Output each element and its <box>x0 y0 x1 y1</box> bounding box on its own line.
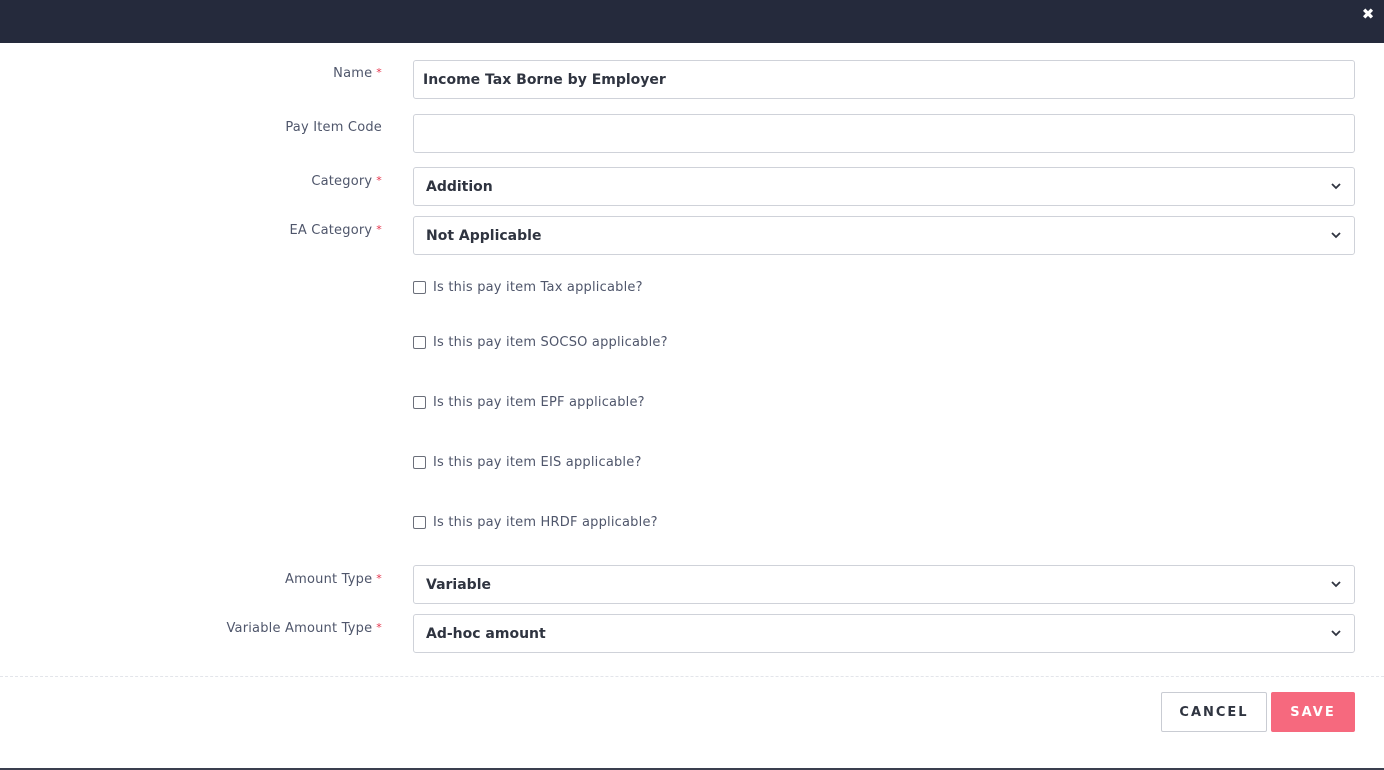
close-icon[interactable]: ✖ <box>1361 6 1375 22</box>
required-marker: * <box>376 572 382 585</box>
category-select[interactable]: Addition <box>413 167 1355 206</box>
ea-category-value: Not Applicable <box>426 227 542 244</box>
variable-amount-type-value: Ad-hoc amount <box>426 625 546 642</box>
category-value: Addition <box>426 178 493 195</box>
amount-type-value: Variable <box>426 576 491 593</box>
checkbox-label: Is this pay item Tax applicable? <box>433 280 643 295</box>
checkbox-label: Is this pay item EIS applicable? <box>433 455 642 470</box>
checkbox[interactable] <box>413 336 426 349</box>
ea-category-select[interactable]: Not Applicable <box>413 216 1355 255</box>
tax-applicable-checkbox[interactable]: Is this pay item Tax applicable? <box>413 280 643 295</box>
required-marker: * <box>376 223 382 236</box>
modal-header: ✖ <box>0 0 1384 43</box>
checkbox-label: Is this pay item HRDF applicable? <box>433 515 658 530</box>
required-marker: * <box>376 621 382 634</box>
pay-item-code-label: Pay Item Code <box>285 120 382 135</box>
epf-applicable-checkbox[interactable]: Is this pay item EPF applicable? <box>413 395 645 410</box>
chevron-down-icon <box>1330 181 1342 193</box>
name-input[interactable] <box>413 60 1355 99</box>
cancel-button[interactable]: CANCEL <box>1161 692 1267 732</box>
eis-applicable-checkbox[interactable]: Is this pay item EIS applicable? <box>413 455 642 470</box>
checkbox[interactable] <box>413 396 426 409</box>
chevron-down-icon <box>1330 230 1342 242</box>
amount-type-label: Amount Type * <box>285 572 382 587</box>
footer-divider <box>0 676 1384 677</box>
category-label: Category * <box>311 174 382 189</box>
socso-applicable-checkbox[interactable]: Is this pay item SOCSO applicable? <box>413 335 668 350</box>
chevron-down-icon <box>1330 628 1342 640</box>
name-label: Name * <box>333 66 382 81</box>
checkbox-label: Is this pay item EPF applicable? <box>433 395 645 410</box>
required-marker: * <box>376 174 382 187</box>
save-button[interactable]: SAVE <box>1271 692 1355 732</box>
required-marker: * <box>376 66 382 79</box>
ea-category-label: EA Category * <box>289 223 382 238</box>
amount-type-select[interactable]: Variable <box>413 565 1355 604</box>
checkbox[interactable] <box>413 456 426 469</box>
variable-amount-type-label: Variable Amount Type * <box>226 621 382 636</box>
chevron-down-icon <box>1330 579 1342 591</box>
checkbox-label: Is this pay item SOCSO applicable? <box>433 335 668 350</box>
pay-item-code-input[interactable] <box>413 114 1355 153</box>
hrdf-applicable-checkbox[interactable]: Is this pay item HRDF applicable? <box>413 515 658 530</box>
checkbox[interactable] <box>413 516 426 529</box>
checkbox[interactable] <box>413 281 426 294</box>
variable-amount-type-select[interactable]: Ad-hoc amount <box>413 614 1355 653</box>
